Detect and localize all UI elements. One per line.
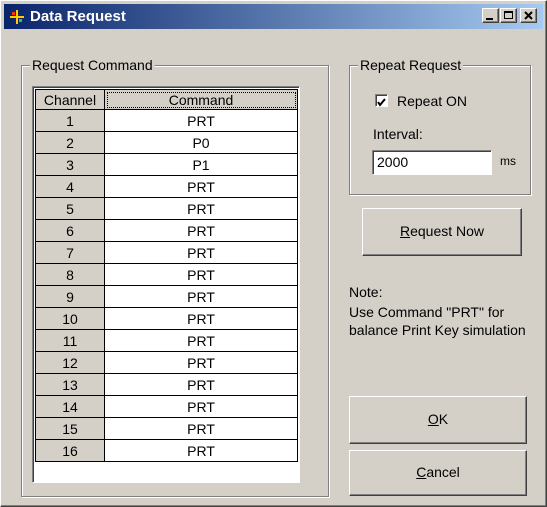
table-row[interactable]: 8 PRT	[35, 263, 298, 286]
command-cell[interactable]: PRT	[104, 395, 298, 418]
title-bar[interactable]: Data Request	[4, 4, 543, 29]
repeat-request-group: Repeat Request Repeat ON Interval: 2000 …	[349, 57, 531, 195]
channel-cell: 5	[35, 197, 105, 220]
channel-cell: 4	[35, 175, 105, 198]
channel-cell: 2	[35, 131, 105, 154]
close-button[interactable]	[520, 8, 537, 23]
channel-cell: 11	[35, 329, 105, 352]
table-row[interactable]: 7 PRT	[35, 241, 298, 264]
data-request-window: Data Request Request Command Channel Com…	[0, 0, 547, 507]
column-header-command[interactable]: Command	[104, 89, 298, 110]
channel-cell: 1	[35, 109, 105, 132]
channel-cell: 12	[35, 351, 105, 374]
maximize-icon	[504, 11, 513, 19]
table-row[interactable]: 3 P1	[35, 153, 298, 176]
window-title: Data Request	[30, 8, 126, 25]
table-row[interactable]: 14 PRT	[35, 395, 298, 418]
app-icon	[9, 9, 25, 25]
command-cell[interactable]: PRT	[104, 417, 298, 440]
table-row[interactable]: 1 PRT	[35, 109, 298, 132]
channel-cell: 9	[35, 285, 105, 308]
table-row[interactable]: 2 P0	[35, 131, 298, 154]
command-grid[interactable]: Channel Command 1 PRT 2 P0 3 P1 4 PRT 5 PRT 6 PRT 7 P…	[32, 86, 300, 483]
channel-cell: 15	[35, 417, 105, 440]
column-header-channel[interactable]: Channel	[35, 89, 105, 110]
table-row[interactable]: 15 PRT	[35, 417, 298, 440]
table-row[interactable]: 6 PRT	[35, 219, 298, 242]
command-cell[interactable]: PRT	[104, 197, 298, 220]
repeat-on-label: Repeat ON	[397, 93, 468, 109]
command-cell[interactable]: PRT	[104, 285, 298, 308]
channel-cell: 16	[35, 439, 105, 462]
command-cell[interactable]: PRT	[104, 219, 298, 242]
command-cell[interactable]: PRT	[104, 263, 298, 286]
table-row[interactable]: 13 PRT	[35, 373, 298, 396]
channel-cell: 13	[35, 373, 105, 396]
request-now-button[interactable]: Request Now	[362, 208, 522, 256]
command-cell[interactable]: PRT	[104, 373, 298, 396]
repeat-request-label: Repeat Request	[358, 57, 464, 73]
channel-cell: 8	[35, 263, 105, 286]
command-cell[interactable]: P0	[104, 131, 298, 154]
table-row[interactable]: 11 PRT	[35, 329, 298, 352]
channel-cell: 14	[35, 395, 105, 418]
close-icon	[524, 11, 533, 20]
repeat-on-checkbox[interactable]	[375, 94, 388, 107]
request-command-group: Request Command Channel Command 1 PRT 2 P0 3…	[21, 57, 329, 497]
note-line-2: balance Print Key simulation	[349, 322, 526, 338]
command-cell[interactable]: PRT	[104, 351, 298, 374]
command-table: Channel Command 1 PRT 2 P0 3 P1 4 PRT 5 PRT 6 PRT 7 P…	[35, 89, 298, 462]
checkmark-icon	[377, 98, 386, 107]
command-cell[interactable]: PRT	[104, 439, 298, 462]
command-cell[interactable]: P1	[104, 153, 298, 176]
minimize-button[interactable]	[482, 8, 499, 23]
interval-label: Interval:	[373, 126, 423, 142]
table-row[interactable]: 16 PRT	[35, 439, 298, 462]
ms-unit-label: ms	[500, 154, 516, 168]
command-cell[interactable]: PRT	[104, 307, 298, 330]
interval-input[interactable]: 2000	[372, 150, 492, 175]
command-cell[interactable]: PRT	[104, 109, 298, 132]
table-row[interactable]: 12 PRT	[35, 351, 298, 374]
cancel-button[interactable]: Cancel	[349, 450, 527, 496]
note-line-1: Use Command "PRT" for	[349, 304, 505, 320]
command-cell[interactable]: PRT	[104, 241, 298, 264]
request-command-label: Request Command	[30, 57, 155, 73]
table-row[interactable]: 5 PRT	[35, 197, 298, 220]
channel-cell: 6	[35, 219, 105, 242]
table-row[interactable]: 4 PRT	[35, 175, 298, 198]
minimize-icon	[486, 18, 493, 20]
command-cell[interactable]: PRT	[104, 175, 298, 198]
channel-cell: 7	[35, 241, 105, 264]
command-cell[interactable]: PRT	[104, 329, 298, 352]
note-title: Note:	[349, 284, 383, 300]
channel-cell: 10	[35, 307, 105, 330]
maximize-button[interactable]	[500, 8, 517, 23]
ok-button[interactable]: OK	[349, 396, 527, 444]
channel-cell: 3	[35, 153, 105, 176]
table-row[interactable]: 10 PRT	[35, 307, 298, 330]
table-row[interactable]: 9 PRT	[35, 285, 298, 308]
